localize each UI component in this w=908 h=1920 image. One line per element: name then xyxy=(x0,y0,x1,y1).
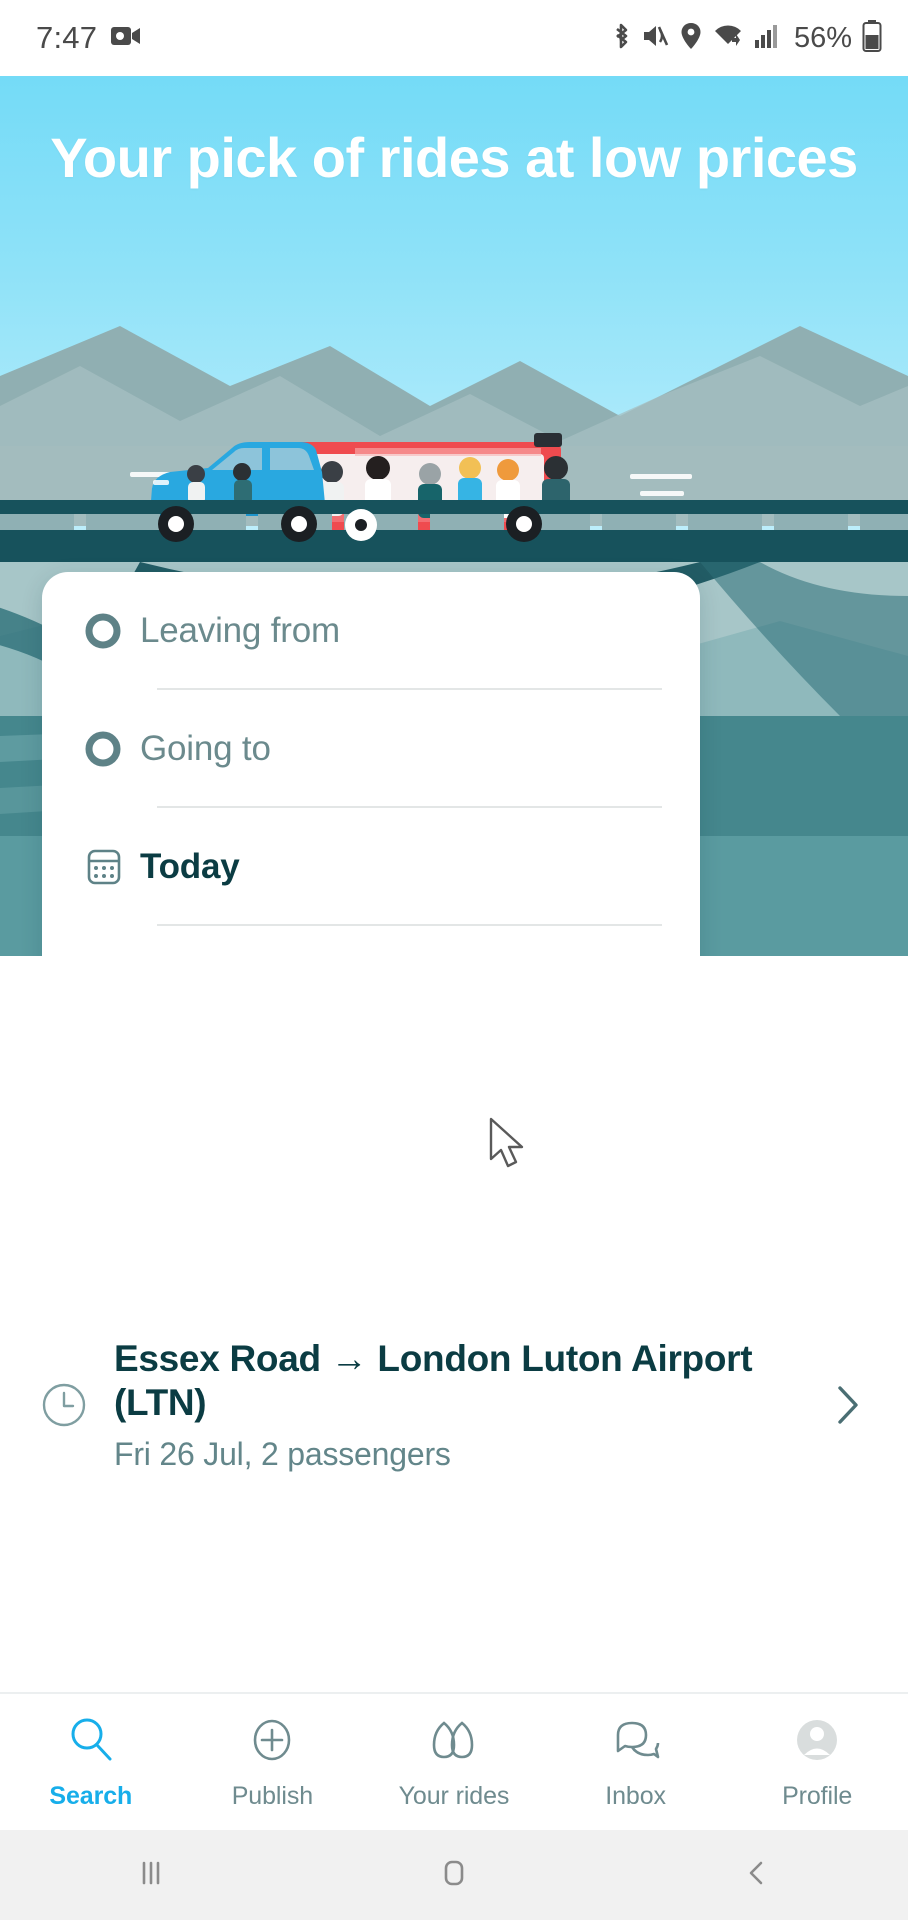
passengers-field[interactable]: 1 xyxy=(42,926,700,956)
nav-label-profile: Profile xyxy=(782,1782,853,1810)
battery-icon xyxy=(862,19,882,57)
nav-item-your-rides[interactable]: Your rides xyxy=(363,1713,545,1811)
nav-item-inbox[interactable]: Inbox xyxy=(545,1713,727,1811)
bottom-navigation: Search Publish Your rides Inbox Profile xyxy=(0,1692,908,1830)
leaving-from-field[interactable]: Leaving from xyxy=(42,572,700,690)
hero-banner: Your pick of rides at low prices Leaving… xyxy=(0,76,908,956)
video-camera-icon xyxy=(111,25,141,52)
back-icon xyxy=(737,1853,777,1898)
vibrate-mute-icon xyxy=(642,21,670,56)
recent-search-body: Essex Road → London Luton Airport (LTN) … xyxy=(114,1337,818,1473)
going-to-label: Going to xyxy=(140,729,271,768)
circle-ring-icon xyxy=(82,610,140,652)
recent-search-item[interactable]: Essex Road → London Luton Airport (LTN) … xyxy=(0,1330,908,1480)
status-bar-left: 7:47 xyxy=(36,20,141,56)
plus-circle-icon xyxy=(245,1713,299,1772)
battery-percentage: 56% xyxy=(793,21,852,54)
recents-icon xyxy=(131,1853,171,1898)
date-value: Today xyxy=(140,847,240,886)
leaving-from-label: Leaving from xyxy=(140,611,340,650)
search-fields: Leaving from Going to Today xyxy=(42,572,700,956)
nav-item-search[interactable]: Search xyxy=(0,1713,182,1811)
nav-label-search: Search xyxy=(49,1782,133,1810)
calendar-icon xyxy=(82,845,140,889)
nav-label-inbox: Inbox xyxy=(605,1782,666,1810)
chat-bubbles-icon xyxy=(608,1713,664,1772)
location-icon xyxy=(680,21,702,56)
circle-ring-icon xyxy=(82,728,140,770)
chevron-right-icon[interactable] xyxy=(818,1380,878,1430)
search-icon xyxy=(64,1713,118,1772)
status-bar-clock: 7:47 xyxy=(36,20,98,55)
back-button[interactable] xyxy=(605,1853,908,1898)
status-bar: 7:47 56% xyxy=(0,0,908,76)
recent-search-details: Fri 26 Jul, 2 passengers xyxy=(114,1436,451,1473)
clock-icon xyxy=(38,1379,114,1431)
going-to-field[interactable]: Going to xyxy=(42,690,700,808)
recent-search-route: Essex Road → London Luton Airport (LTN) xyxy=(114,1337,753,1423)
home-icon xyxy=(434,1853,474,1898)
nav-label-publish: Publish xyxy=(231,1782,314,1810)
rides-icon xyxy=(424,1713,484,1772)
wifi-icon xyxy=(712,22,744,55)
page-title: Your pick of rides at low prices xyxy=(50,126,858,189)
nav-item-publish[interactable]: Publish xyxy=(182,1713,364,1811)
mouse-pointer-icon xyxy=(487,1117,531,1180)
android-navigation-bar xyxy=(0,1830,908,1920)
nav-label-your-rides: Your rides xyxy=(398,1782,510,1810)
nav-item-profile[interactable]: Profile xyxy=(726,1713,908,1811)
recents-button[interactable] xyxy=(0,1853,303,1898)
bluetooth-icon xyxy=(610,21,632,56)
avatar-icon xyxy=(790,1713,844,1772)
cellular-signal-icon xyxy=(754,23,780,54)
search-card: Leaving from Going to Today xyxy=(42,572,700,956)
status-bar-right: 56% xyxy=(610,19,882,57)
date-field[interactable]: Today xyxy=(42,808,700,926)
home-button[interactable] xyxy=(303,1853,606,1898)
